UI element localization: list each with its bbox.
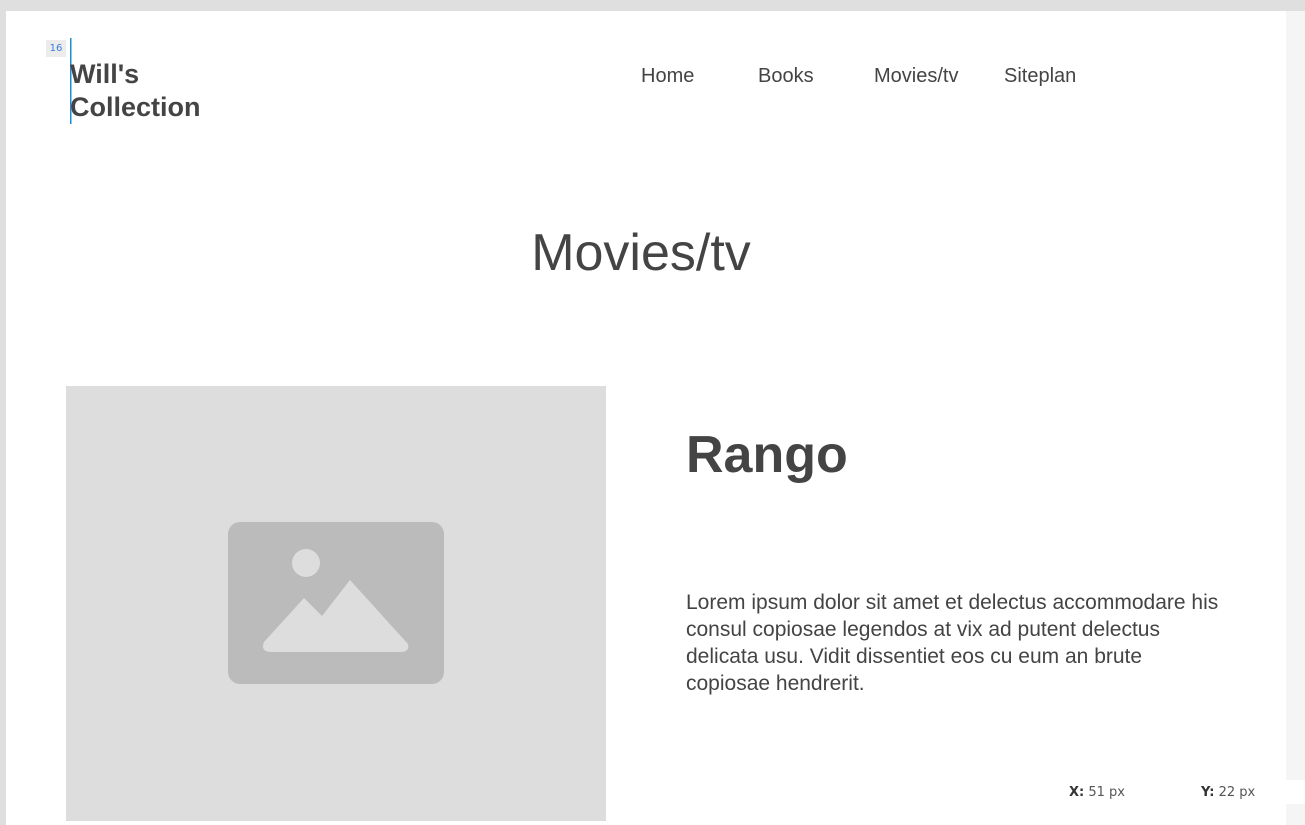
site-brand[interactable]: Will's Collection	[70, 58, 270, 124]
brand-line-1: Will's	[70, 59, 140, 89]
nav-movies-tv-link[interactable]: Movies/tv	[874, 64, 958, 88]
nav-home-link[interactable]: Home	[641, 64, 694, 88]
x-coordinate: X: 51 px	[1069, 785, 1125, 800]
brand-line-2: Collection	[70, 92, 201, 122]
y-label: Y:	[1201, 785, 1215, 800]
x-value: 51 px	[1088, 785, 1125, 800]
image-placeholder-icon	[228, 522, 444, 684]
y-coordinate: Y: 22 px	[1201, 785, 1255, 800]
movie-description: Lorem ipsum dolor sit amet et delectus a…	[686, 591, 1219, 695]
movie-title: Rango	[686, 426, 848, 484]
y-value: 22 px	[1218, 785, 1256, 800]
nav-books-link[interactable]: Books	[758, 64, 814, 88]
coordinate-readout: X: 51 px Y: 22 px	[1040, 780, 1305, 804]
movie-image-placeholder[interactable]	[66, 386, 606, 821]
editor-right-strip	[1286, 11, 1305, 825]
spacing-badge: 16	[46, 40, 66, 57]
x-label: X:	[1069, 785, 1085, 800]
nav-siteplan-link[interactable]: Siteplan	[1004, 64, 1076, 88]
page-title: Movies/tv	[531, 224, 751, 282]
